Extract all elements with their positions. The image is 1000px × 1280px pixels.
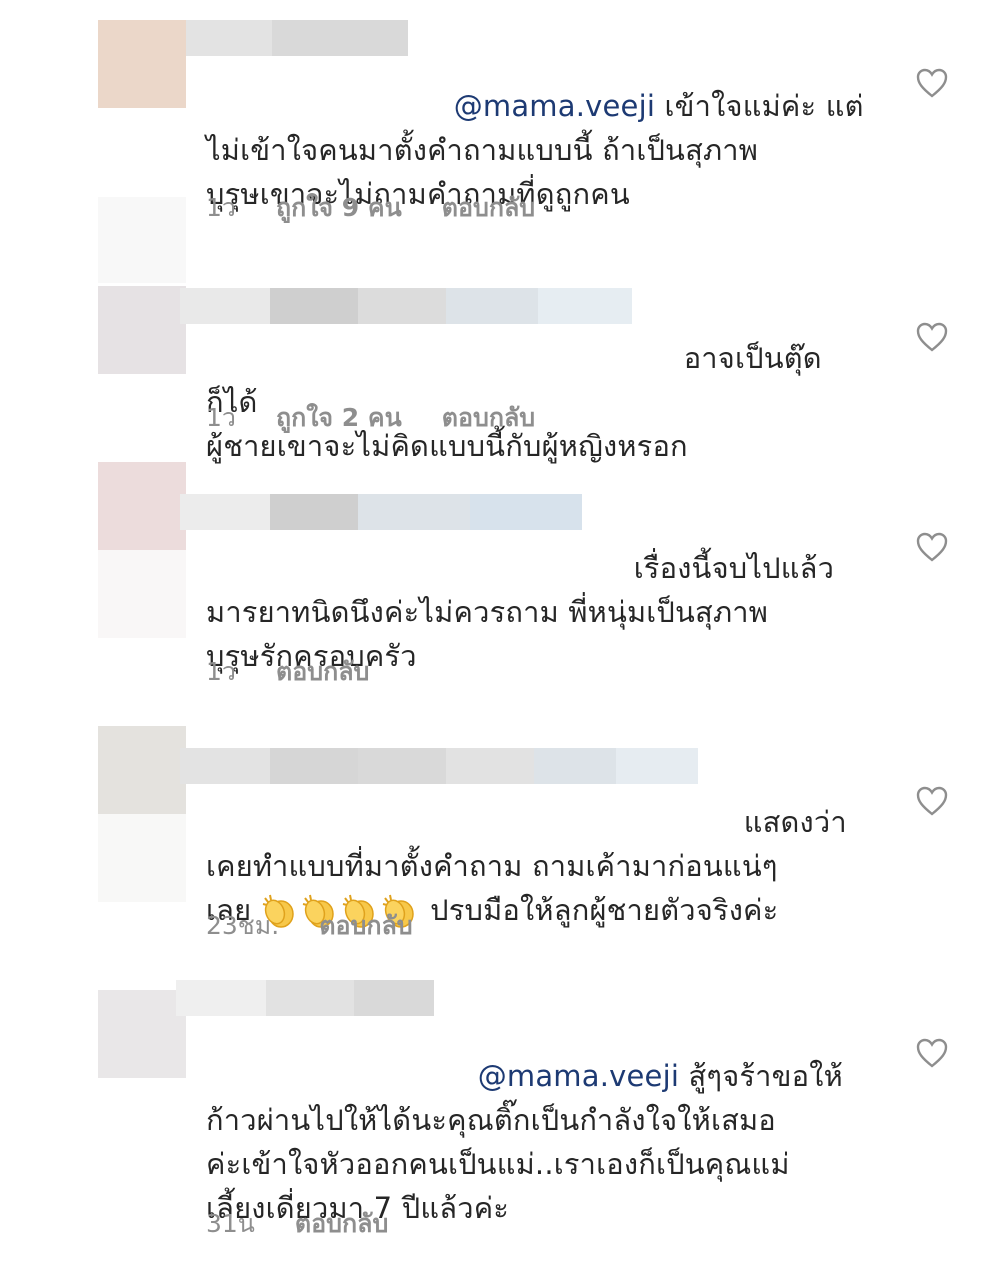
comment-first-line: สู้ๆจร้าขอให้: [679, 1059, 843, 1093]
timestamp: 1ว: [206, 657, 236, 686]
heart-icon[interactable]: [916, 532, 948, 562]
avatar-fade: [98, 197, 186, 283]
reply-button[interactable]: ตอบกลับ: [319, 906, 412, 946]
heart-icon[interactable]: [916, 322, 948, 352]
avatar[interactable]: [98, 990, 186, 1078]
reply-button[interactable]: ตอบกลับ: [442, 398, 535, 438]
comment-meta: 1ว ถูกใจ 9 คน ตอบกลับ: [206, 188, 535, 228]
avatar[interactable]: [98, 462, 186, 638]
reply-button[interactable]: ตอบกลับ: [276, 652, 369, 692]
comment-first-line: เรื่องนี้จบไปแล้ว: [633, 551, 835, 585]
comment-first-line: เข้าใจแม่ค่ะ แต่: [655, 89, 864, 123]
mention-link[interactable]: @mama.veeji: [454, 89, 655, 123]
timestamp: 1ว: [206, 193, 236, 222]
comment-meta: 1ว ตอบกลับ: [206, 652, 369, 692]
comment-body: เคยทำแบบที่มาตั้งคำถาม ถามเค้ามาก่อนแน่ๆ: [206, 849, 778, 883]
timestamp: 1ว: [206, 403, 236, 432]
comment-meta: 1ว ถูกใจ 2 คน ตอบกลับ: [206, 398, 535, 438]
heart-icon[interactable]: [916, 1038, 948, 1068]
comment-first-line: แสดงว่า: [743, 805, 847, 839]
heart-icon[interactable]: [916, 68, 948, 98]
reply-button[interactable]: ตอบกลับ: [442, 188, 535, 228]
avatar[interactable]: [98, 726, 186, 902]
avatar[interactable]: [98, 286, 186, 374]
mention-link[interactable]: @mama.veeji: [478, 1059, 679, 1093]
likes-count[interactable]: ถูกใจ 2 คน: [276, 398, 402, 438]
comment-meta: 31น ตอบกลับ: [206, 1204, 388, 1244]
reply-button[interactable]: ตอบกลับ: [295, 1204, 388, 1244]
comment-body-end: ปรบมือให้ลูกผู้ชายตัวจริงค่ะ: [420, 893, 779, 927]
heart-icon[interactable]: [916, 786, 948, 816]
comment-meta: 23ชม. ตอบกลับ: [206, 906, 413, 946]
likes-count[interactable]: ถูกใจ 9 คน: [276, 188, 402, 228]
timestamp: 23ชม.: [206, 911, 280, 940]
avatar[interactable]: [98, 20, 186, 108]
timestamp: 31น: [206, 1209, 255, 1238]
